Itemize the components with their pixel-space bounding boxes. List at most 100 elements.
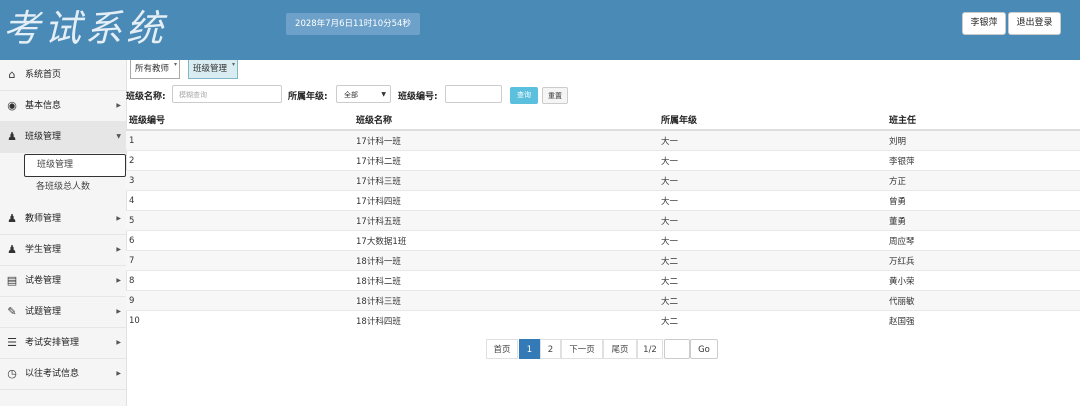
users-icon: ♟ bbox=[7, 130, 17, 143]
sidebar: ⌂ 系统首页 ◉ 基本信息 ▶ ♟ 班级管理 ▼ 班级管理 各班级总人数 ♟ 教… bbox=[0, 60, 127, 406]
page-2-button[interactable]: 2 bbox=[540, 339, 561, 359]
sidebar-item-home[interactable]: ⌂ 系统首页 bbox=[0, 60, 126, 91]
sidebar-item-label: 系统首页 bbox=[25, 70, 62, 80]
sidebar-item-label: 学生管理 bbox=[25, 245, 62, 255]
table-body: 1 17计科一班 大一 刘明 2 17计科二班 大一 李银萍 3 17计科三班 大一 方正 4 17计科四… bbox=[126, 129, 1080, 330]
logout-button[interactable]: 退出登录 bbox=[1008, 12, 1061, 35]
page-info: 1/2 bbox=[637, 339, 663, 359]
grade-select-value: 全部 bbox=[344, 91, 358, 99]
table-cell: 董勇 bbox=[886, 210, 1080, 231]
table-cell: 大二 bbox=[658, 310, 886, 330]
table-row: 2 17计科二班 大一 李银萍 bbox=[126, 150, 1080, 171]
page-1-button[interactable]: 1 bbox=[519, 339, 540, 359]
column-header: 班级编号 bbox=[126, 110, 353, 131]
table-cell: 黄小荣 bbox=[886, 270, 1080, 291]
chevron-down-icon: ▼ bbox=[381, 91, 386, 98]
close-icon[interactable]: ▾ bbox=[232, 56, 235, 74]
table-cell: 大一 bbox=[658, 210, 886, 231]
chevron-down-icon: ▼ bbox=[116, 133, 121, 140]
table-row: 6 17大数据1班 大一 周应琴 bbox=[126, 230, 1080, 251]
table-row: 1 17计科一班 大一 刘明 bbox=[126, 129, 1080, 151]
home-icon: ⌂ bbox=[8, 68, 16, 81]
clock-icon: ◷ bbox=[7, 367, 17, 380]
table-row: 3 17计科三班 大一 方正 bbox=[126, 170, 1080, 191]
sub-item-class-management[interactable]: 班级管理 bbox=[24, 154, 126, 177]
table-cell: 万红兵 bbox=[886, 250, 1080, 271]
sub-item-label: 各班级总人数 bbox=[36, 182, 91, 192]
next-page-button[interactable]: 下一页 bbox=[561, 339, 603, 359]
go-button[interactable]: Go bbox=[690, 339, 718, 359]
reset-button[interactable]: 重置 bbox=[542, 87, 568, 104]
chevron-right-icon: ▶ bbox=[116, 308, 121, 315]
table-cell: 17计科一班 bbox=[353, 129, 658, 151]
table-cell: 大一 bbox=[658, 190, 886, 211]
question-icon: ✎ bbox=[7, 305, 17, 318]
sidebar-item-label: 试卷管理 bbox=[25, 276, 62, 286]
sidebar-item-question-management[interactable]: ✎ 试题管理 ▶ bbox=[0, 297, 126, 328]
table-row: 8 18计科二班 大二 黄小荣 bbox=[126, 270, 1080, 291]
sidebar-item-student-management[interactable]: ♟ 学生管理 ▶ bbox=[0, 235, 126, 266]
student-icon: ♟ bbox=[7, 243, 17, 256]
table-cell: 17大数据1班 bbox=[353, 230, 658, 251]
chevron-right-icon: ▶ bbox=[116, 246, 121, 253]
table-cell: 2 bbox=[126, 150, 353, 171]
datetime-display: 2028年7月6日11时10分54秒 bbox=[286, 13, 420, 35]
table-header-row: 班级编号 班级名称 所属年级 班主任 bbox=[126, 110, 1080, 131]
chevron-right-icon: ▶ bbox=[116, 277, 121, 284]
query-button[interactable]: 查询 bbox=[510, 87, 538, 104]
sidebar-item-class-management[interactable]: ♟ 班级管理 ▼ bbox=[0, 122, 126, 153]
grade-label: 所属年级: bbox=[288, 92, 328, 102]
last-page-button[interactable]: 尾页 bbox=[603, 339, 637, 359]
chevron-right-icon: ▶ bbox=[116, 102, 121, 109]
table-cell: 3 bbox=[126, 170, 353, 191]
table-row: 4 17计科四班 大一 曾勇 bbox=[126, 190, 1080, 211]
table-cell: 18计科二班 bbox=[353, 270, 658, 291]
table-cell: 7 bbox=[126, 250, 353, 271]
table-cell: 大二 bbox=[658, 290, 886, 311]
user-button[interactable]: 李银萍 bbox=[962, 12, 1006, 35]
sidebar-item-paper-management[interactable]: ▤ 试卷管理 ▶ bbox=[0, 266, 126, 297]
tab-class-management[interactable]: 班级管理 ▾ bbox=[188, 60, 239, 79]
class-name-input[interactable]: 模糊查询 bbox=[172, 85, 282, 103]
page-jump-input[interactable] bbox=[664, 339, 690, 359]
first-page-button[interactable]: 首页 bbox=[486, 339, 518, 359]
close-icon[interactable]: ▾ bbox=[174, 56, 177, 74]
table-cell: 1 bbox=[126, 129, 353, 151]
sub-item-label: 班级管理 bbox=[37, 160, 74, 170]
sidebar-item-label: 基本信息 bbox=[25, 101, 62, 111]
class-table: 班级编号 班级名称 所属年级 班主任 1 17计科一班 大一 刘明 2 17计科二班 大一李… bbox=[126, 110, 1080, 330]
column-header: 班级名称 bbox=[353, 110, 658, 131]
class-no-label: 班级编号: bbox=[398, 92, 438, 102]
table-cell: 17计科三班 bbox=[353, 170, 658, 191]
table-row: 9 18计科三班 大二 代丽敏 bbox=[126, 290, 1080, 311]
sidebar-item-exam-schedule[interactable]: ☰ 考试安排管理 ▶ bbox=[0, 328, 126, 359]
chevron-right-icon: ▶ bbox=[116, 370, 121, 377]
sidebar-item-past-exams[interactable]: ◷ 以往考试信息 ▶ bbox=[0, 359, 126, 390]
table-cell: 17计科四班 bbox=[353, 190, 658, 211]
table-cell: 17计科五班 bbox=[353, 210, 658, 231]
sidebar-item-label: 教师管理 bbox=[25, 214, 62, 224]
tab-label: 班级管理 bbox=[193, 64, 228, 74]
tab-label: 所有教师 bbox=[135, 64, 170, 74]
sub-item-class-totals[interactable]: 各班级总人数 bbox=[24, 177, 125, 198]
tab-all-teachers[interactable]: 所有教师 ▾ bbox=[130, 60, 181, 79]
table-cell: 大二 bbox=[658, 250, 886, 271]
books-icon: ☰ bbox=[7, 336, 17, 349]
table-cell: 大一 bbox=[658, 129, 886, 151]
class-no-input[interactable] bbox=[445, 85, 502, 103]
table-row: 10 18计科四班 大二 赵国强 bbox=[126, 310, 1080, 330]
grade-select[interactable]: 全部 ▼ bbox=[336, 85, 391, 103]
chevron-right-icon: ▶ bbox=[116, 339, 121, 346]
top-header: 考试系统 2028年7月6日11时10分54秒 李银萍 退出登录 bbox=[0, 0, 1080, 60]
table-cell: 大二 bbox=[658, 270, 886, 291]
table-cell: 8 bbox=[126, 270, 353, 291]
paper-icon: ▤ bbox=[6, 274, 18, 287]
table-cell: 18计科四班 bbox=[353, 310, 658, 330]
column-header: 所属年级 bbox=[658, 110, 886, 131]
column-header: 班主任 bbox=[886, 110, 1080, 131]
sidebar-item-teacher-management[interactable]: ♟ 教师管理 ▶ bbox=[0, 204, 126, 235]
sidebar-item-basic-info[interactable]: ◉ 基本信息 ▶ bbox=[0, 91, 126, 122]
sidebar-item-label: 班级管理 bbox=[25, 132, 62, 142]
class-name-placeholder: 模糊查询 bbox=[179, 91, 207, 99]
chevron-right-icon: ▶ bbox=[116, 215, 121, 222]
